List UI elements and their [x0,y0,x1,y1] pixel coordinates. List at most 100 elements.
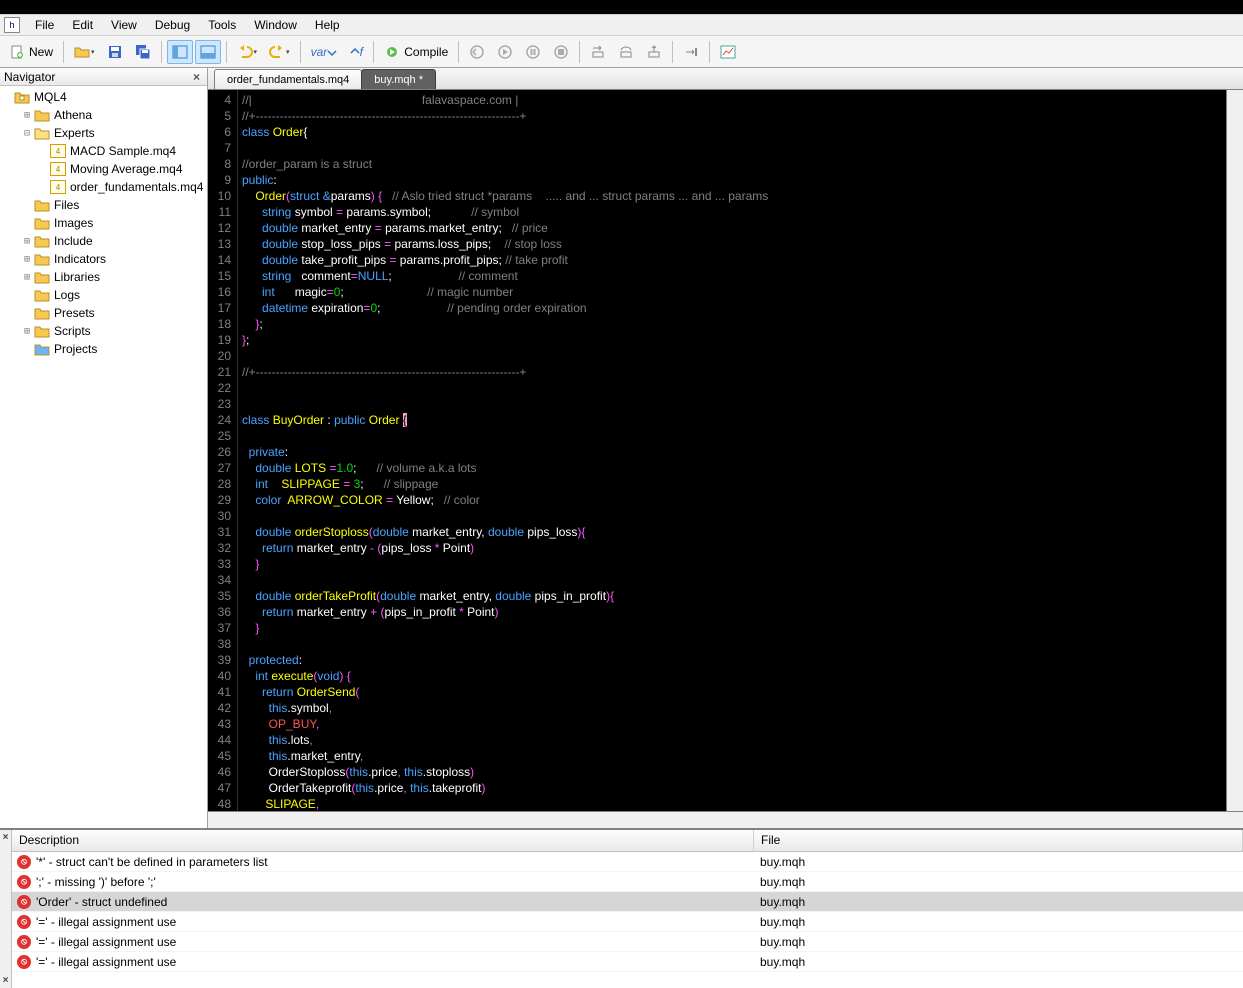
error-file: buy.mqh [754,875,1243,889]
tree-item[interactable]: ⊞ Scripts [0,322,207,340]
chart-button[interactable] [715,40,741,64]
error-description: '=' - illegal assignment use [36,915,176,929]
debug-rewind-button[interactable] [464,40,490,64]
menu-debug[interactable]: Debug [146,15,199,35]
navigator-close-icon[interactable]: × [190,70,203,84]
menu-window[interactable]: Window [245,15,306,35]
gutter: 4567891011121314151617181920212223242526… [208,90,238,811]
editor-tab[interactable]: buy.mqh * [361,69,436,89]
tree-item[interactable]: Files [0,196,207,214]
tree-item[interactable]: Projects [0,340,207,358]
navigator-tree[interactable]: MQL4⊞Athena ⊟ Experts 4MACD Sample.mq44Movi… [0,86,207,828]
tree-item-label: Files [54,198,79,212]
menu-edit[interactable]: Edit [63,15,102,35]
errors-header: Description File [12,830,1243,852]
errors-close-icon-2[interactable]: × [3,975,9,986]
open-button[interactable]: ▾ [69,40,100,64]
tree-item-label: Include [54,234,93,248]
view-pane2-button[interactable] [195,40,221,64]
tree-item[interactable]: 4order_fundamentals.mq4 [0,178,207,196]
tree-item[interactable]: 4MACD Sample.mq4 [0,142,207,160]
error-row[interactable]: ⦸'=' - illegal assignment usebuy.mqh [12,932,1243,952]
error-file: buy.mqh [754,895,1243,909]
var-button[interactable]: var [306,40,343,64]
navigator-header: Navigator × [0,68,207,86]
tree-item[interactable]: ⊟ Experts [0,124,207,142]
errors-panel: × × Description File ⦸ '*' - struct can't… [0,828,1243,988]
toolbar: New ▾ ▾ ▾ var f Compile [0,36,1243,68]
save-all-button[interactable] [130,40,156,64]
compile-label: Compile [404,45,448,59]
compile-button[interactable]: Compile [379,40,453,64]
error-row[interactable]: ⦸'Order' - struct undefinedbuy.mqh [12,892,1243,912]
tree-item[interactable]: ⊞ Include [0,232,207,250]
func-button[interactable]: f [344,40,368,64]
save-button[interactable] [102,40,128,64]
tree-item-label: Projects [54,342,97,356]
tree-item[interactable]: 4Moving Average.mq4 [0,160,207,178]
code-editor[interactable]: 4567891011121314151617181920212223242526… [208,90,1243,811]
folder-icon [34,198,50,212]
step-into-button[interactable] [585,40,611,64]
errors-close-icon[interactable]: × [3,832,9,843]
folder-icon [34,270,50,284]
redo-button[interactable]: ▾ [264,40,295,64]
horizontal-scrollbar[interactable] [208,811,1243,828]
step-out-button[interactable] [641,40,667,64]
debug-pause-button[interactable] [520,40,546,64]
error-description: '*' - struct can't be defined in paramet… [36,855,268,869]
folder-icon [34,252,50,266]
run-to-button[interactable] [678,40,704,64]
mq4-file-icon: 4 [50,180,66,194]
folder-icon [34,126,50,140]
tree-item[interactable]: ⊞Athena [0,106,207,124]
folder-icon [34,324,50,338]
vertical-scrollbar[interactable] [1226,90,1243,811]
titlebar [0,0,1243,14]
tree-root[interactable]: MQL4 [0,88,207,106]
menu-file[interactable]: File [26,15,63,35]
app-icon: h [4,17,20,33]
error-row[interactable]: ⦸ ';' - missing ')' before ';' buy.mqh [12,872,1243,892]
expander-icon[interactable]: ⊞ [20,272,34,283]
debug-start-button[interactable] [492,40,518,64]
errors-col-description[interactable]: Description [12,830,754,851]
folder-icon [34,108,50,122]
tree-item-label: Indicators [54,252,106,266]
errors-rows[interactable]: ⦸ '*' - struct can't be defined in parame… [12,852,1243,988]
expander-icon[interactable]: ⊞ [20,236,34,247]
tree-item[interactable]: Presets [0,304,207,322]
folder-icon [34,306,50,320]
tree-item[interactable]: ⊞Libraries [0,268,207,286]
menu-tools[interactable]: Tools [199,15,245,35]
debug-stop-button[interactable] [548,40,574,64]
folder-icon [34,216,50,230]
code-content[interactable]: //| falavaspace.com |//+----------------… [238,90,1226,811]
error-row[interactable]: ⦸'=' - illegal assignment usebuy.mqh [12,952,1243,972]
tree-item[interactable]: Images [0,214,207,232]
expander-icon[interactable]: ⊞ [20,110,34,121]
undo-button[interactable]: ▾ [232,40,263,64]
tree-item[interactable]: ⊞ Indicators [0,250,207,268]
folder-icon [34,234,50,248]
tree-item-label: Experts [54,126,95,140]
tree-item[interactable]: Logs [0,286,207,304]
error-icon: ⦸ [17,895,31,909]
view-pane1-button[interactable] [167,40,193,64]
error-row[interactable]: ⦸'=' - illegal assignment usebuy.mqh [12,912,1243,932]
menu-view[interactable]: View [102,15,146,35]
menubar: h FileEditViewDebugToolsWindowHelp [0,14,1243,36]
tree-item-label: Scripts [54,324,91,338]
new-button[interactable]: New [4,40,58,64]
expander-icon[interactable]: ⊞ [20,254,34,265]
step-over-button[interactable] [613,40,639,64]
error-row[interactable]: ⦸'*' - struct can't be defined in parame… [12,852,1243,872]
error-description: ';' - missing ')' before ';' [36,875,156,889]
editor-tab[interactable]: order_fundamentals.mq4 [214,69,362,89]
expander-icon[interactable]: ⊞ [20,326,34,337]
expander-icon[interactable]: ⊟ [20,128,34,139]
mq4-file-icon: 4 [50,144,66,158]
menu-help[interactable]: Help [306,15,349,35]
errors-col-file[interactable]: File [754,830,1243,851]
error-icon: ⦸ [17,875,31,889]
